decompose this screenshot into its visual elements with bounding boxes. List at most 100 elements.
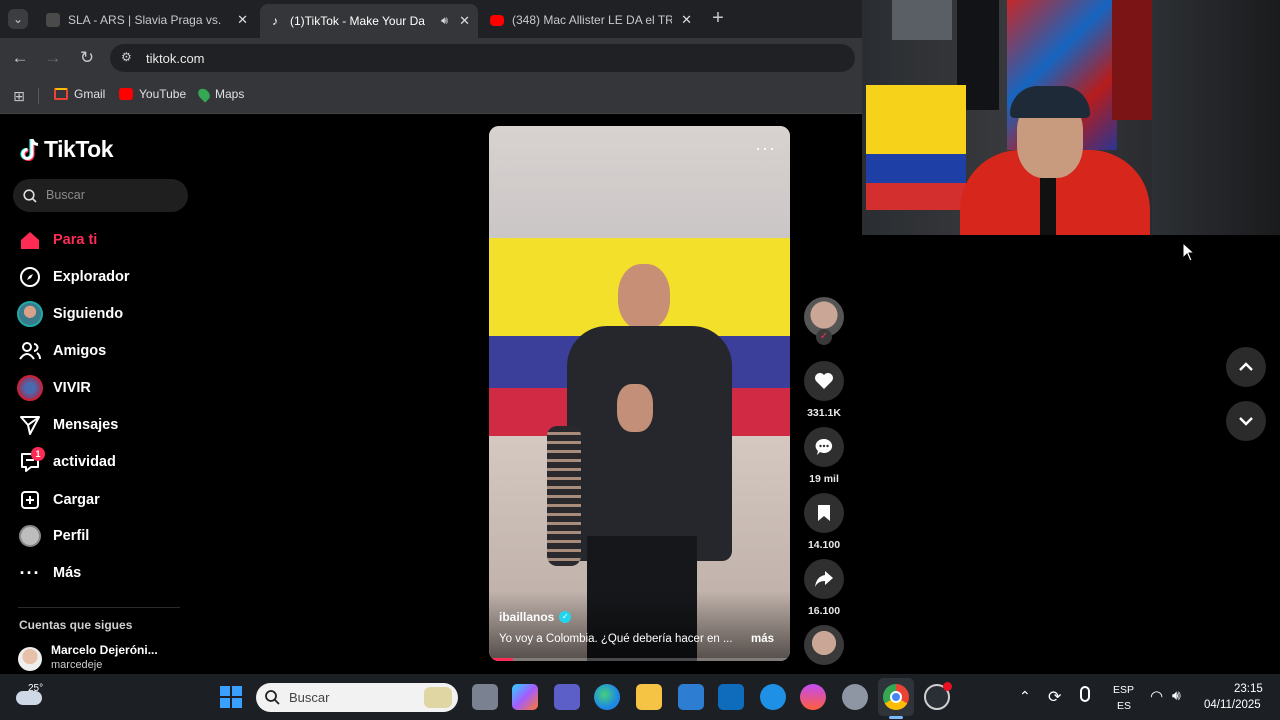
chrome-icon[interactable] <box>883 684 909 710</box>
ecuador-flag <box>866 85 966 210</box>
home-icon <box>16 228 44 252</box>
outlook-icon[interactable] <box>718 684 744 710</box>
video-wall <box>489 126 790 238</box>
tiktok-search-input[interactable]: Buscar <box>13 179 188 212</box>
url-text: tiktok.com <box>146 51 205 66</box>
keyboard-layout: ES <box>1117 700 1132 712</box>
chrome-active-indicator <box>889 716 903 719</box>
nav-amigos[interactable]: Amigos <box>16 337 106 365</box>
following-account[interactable]: Marcelo Dejeróni... marcedeje <box>18 642 188 674</box>
tiktok-logo[interactable]: TikTok <box>18 136 114 163</box>
share-count: 16.100 <box>807 605 841 617</box>
clock-date[interactable]: 04/11/2025 <box>1204 699 1261 711</box>
teams-icon[interactable] <box>554 684 580 710</box>
nav-mas[interactable]: ··· Más <box>16 559 82 587</box>
video-author[interactable]: ibaillanos ✓ <box>499 610 572 624</box>
nav-cargar[interactable]: Cargar <box>16 486 100 514</box>
nav-para-ti[interactable]: Para ti <box>16 226 97 254</box>
edge-icon[interactable] <box>594 684 620 710</box>
bookmark-maps[interactable]: Maps <box>195 85 244 103</box>
previous-video-button[interactable] <box>1226 347 1266 387</box>
safari-compass-icon[interactable] <box>760 684 786 710</box>
tab-title: SLA - ARS | Slavia Praga vs. Arse <box>68 13 223 27</box>
task-view-icon[interactable] <box>472 684 498 710</box>
search-placeholder: Buscar <box>46 188 85 202</box>
nav-perfil[interactable]: Perfil <box>16 522 89 550</box>
more-options-icon[interactable]: ··· <box>755 138 776 159</box>
next-video-button[interactable] <box>1226 401 1266 441</box>
nav-label: VIVIR <box>53 380 91 396</box>
avatar <box>18 647 42 671</box>
paint-drop-icon[interactable] <box>800 684 826 710</box>
speaker-icon[interactable]: 🔊︎ <box>441 15 448 28</box>
wifi-icon[interactable]: ◠ <box>1150 687 1163 705</box>
youtube-icon <box>119 88 133 100</box>
back-icon[interactable]: ← <box>10 48 30 68</box>
close-icon[interactable]: ✕ <box>237 12 248 28</box>
tab-youtube[interactable]: (348) Mac Allister LE DA el TRIU ✕ <box>482 6 700 34</box>
person-hand <box>617 384 653 432</box>
windows-start-icon[interactable] <box>218 684 244 710</box>
nav-mensajes[interactable]: Mensajes <box>16 411 118 439</box>
bookmark-label: YouTube <box>139 87 187 101</box>
sync-icon[interactable]: ⟳ <box>1048 687 1061 707</box>
site-settings-icon[interactable]: ⚙︎ <box>121 50 132 64</box>
following-avatar-icon <box>16 301 44 327</box>
video-player[interactable]: ··· ibaillanos ✓ Yo voy a Colombia. ¿Qué… <box>489 126 790 661</box>
video-progress-bar[interactable] <box>489 658 790 661</box>
volume-icon[interactable]: 🔊︎ <box>1172 687 1181 704</box>
reload-icon[interactable]: ↻ <box>77 48 97 68</box>
windows-taskbar: 25° Buscar ⌃ ⟳ ESP ES ◠ 🔊︎ 23:15 04/11/2… <box>0 674 1280 720</box>
verified-badge-icon: ✓ <box>559 611 572 623</box>
person-sleeve <box>547 426 581 566</box>
music-disc-avatar[interactable] <box>804 625 844 665</box>
nav-label: Más <box>53 565 82 581</box>
nav-actividad[interactable]: 1 actividad <box>16 447 116 476</box>
person-head <box>618 264 670 330</box>
microsoft-store-icon[interactable] <box>678 684 704 710</box>
author-avatar[interactable]: ✓ <box>804 297 844 345</box>
nav-explorador[interactable]: Explorador <box>16 263 130 291</box>
nav-vivir[interactable]: VIVIR <box>16 374 91 402</box>
save-button[interactable] <box>804 493 844 533</box>
tab-slavia[interactable]: SLA - ARS | Slavia Praga vs. Arse ✕ <box>38 6 256 34</box>
file-explorer-icon[interactable] <box>636 684 662 710</box>
search-highlight-icon <box>424 687 452 708</box>
omnibox[interactable]: ⚙︎ tiktok.com <box>110 44 855 72</box>
bookmark-icon <box>818 505 830 521</box>
search-icon <box>23 189 37 203</box>
weather-widget[interactable]: 25° <box>16 683 44 711</box>
tiktok-favicon-icon: ♪ <box>272 14 278 28</box>
comment-icon <box>815 438 833 455</box>
tab-tiktok[interactable]: ♪ (1)TikTok - Make Your Day 🔊︎ ✕ <box>260 4 478 38</box>
profile-icon <box>16 524 44 548</box>
tab-title: (348) Mac Allister LE DA el TRIU <box>512 13 672 27</box>
bookmark-youtube[interactable]: YouTube <box>119 87 186 101</box>
share-button[interactable] <box>804 559 844 599</box>
bookmark-gmail[interactable]: Gmail <box>54 87 105 101</box>
obs-icon[interactable] <box>924 682 952 710</box>
comment-button[interactable] <box>804 427 844 467</box>
close-icon[interactable]: ✕ <box>459 13 470 29</box>
microphone-icon[interactable] <box>1080 686 1090 702</box>
copilot-icon[interactable] <box>512 684 538 710</box>
streamer-hat <box>1010 86 1090 118</box>
weather-temp: 25° <box>28 683 44 694</box>
clock-time[interactable]: 23:15 <box>1234 683 1263 695</box>
apps-grid-icon[interactable]: ⊞ <box>9 86 29 106</box>
language-indicator[interactable]: ESP <box>1113 684 1134 696</box>
nav-siguiendo[interactable]: Siguiendo <box>16 300 123 328</box>
nav-label: Perfil <box>53 528 90 544</box>
caption-more-link[interactable]: más <box>751 633 774 645</box>
close-icon[interactable]: ✕ <box>681 12 692 28</box>
taskbar-search-input[interactable]: Buscar <box>256 683 458 712</box>
chevron-up-icon[interactable]: ⌃ <box>1019 688 1031 705</box>
tab-search-button[interactable]: ⌄ <box>8 9 28 29</box>
new-tab-button[interactable]: + <box>708 8 728 28</box>
heart-icon <box>815 373 833 389</box>
nav-label: Cargar <box>53 492 100 508</box>
like-button[interactable] <box>804 361 844 401</box>
follow-check-icon[interactable]: ✓ <box>816 329 832 345</box>
settings-gear-icon[interactable] <box>842 684 868 710</box>
nav-label: Para ti <box>53 232 98 248</box>
